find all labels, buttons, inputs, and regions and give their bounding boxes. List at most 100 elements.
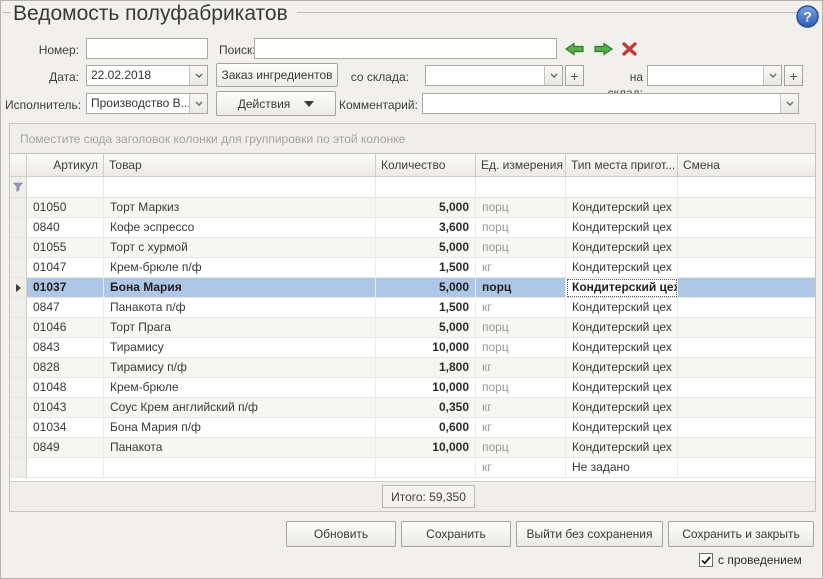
refresh-button[interactable]: Обновить: [286, 521, 396, 547]
cell-product[interactable]: Панакота: [104, 438, 376, 458]
cell-product[interactable]: Крем-брюле п/ф: [104, 258, 376, 278]
cell-product[interactable]: Кофе эспрессо: [104, 218, 376, 238]
cell-article[interactable]: 01050: [27, 198, 104, 218]
cell-shift[interactable]: [678, 418, 815, 438]
cell-place[interactable]: Кондитерский цех: [566, 258, 678, 278]
executor-combobox[interactable]: Производство В...: [86, 93, 208, 114]
order-ingredients-button[interactable]: Заказ ингредиентов: [216, 63, 338, 87]
from-store-combobox[interactable]: [425, 65, 563, 86]
cell-quantity[interactable]: 0,350: [376, 398, 476, 418]
column-header-shift[interactable]: Смена: [678, 154, 815, 177]
cell-place[interactable]: Кондитерский цех: [566, 318, 678, 338]
cell-quantity[interactable]: 1,500: [376, 258, 476, 278]
cell-quantity[interactable]: 0,600: [376, 418, 476, 438]
from-store-add-button[interactable]: +: [565, 65, 584, 86]
cell-shift[interactable]: [678, 458, 815, 478]
cell-quantity[interactable]: 5,000: [376, 318, 476, 338]
cell-place[interactable]: Кондитерский цех: [566, 418, 678, 438]
help-button[interactable]: ?: [795, 4, 820, 29]
table-row[interactable]: 01043 Соус Крем английский п/ф 0,350 кг …: [10, 398, 815, 418]
table-row[interactable]: 0847 Панакота п/ф 1,500 кг Кондитерский …: [10, 298, 815, 318]
filter-shift[interactable]: [678, 177, 815, 198]
comment-combobox[interactable]: [422, 93, 799, 114]
cell-product[interactable]: Тирамису: [104, 338, 376, 358]
posting-checkbox[interactable]: [699, 553, 713, 567]
cell-product[interactable]: Торт Маркиз: [104, 198, 376, 218]
cell-place[interactable]: Кондитерский цех: [566, 338, 678, 358]
cell-unit[interactable]: порц: [476, 238, 566, 258]
cell-unit[interactable]: кг: [476, 298, 566, 318]
table-row[interactable]: 01048 Крем-брюле 10,000 порц Кондитерски…: [10, 378, 815, 398]
table-row[interactable]: кг Не задано: [10, 458, 815, 478]
cell-product[interactable]: Тирамису п/ф: [104, 358, 376, 378]
table-row[interactable]: 01047 Крем-брюле п/ф 1,500 кг Кондитерск…: [10, 258, 815, 278]
column-header-place[interactable]: Тип места пригот...: [566, 154, 678, 177]
cell-unit[interactable]: порц: [476, 318, 566, 338]
cell-shift[interactable]: [678, 278, 815, 298]
filter-article[interactable]: [27, 177, 104, 198]
date-combobox[interactable]: 22.02.2018: [86, 65, 208, 86]
cell-shift[interactable]: [678, 338, 815, 358]
save-button[interactable]: Сохранить: [401, 521, 511, 547]
cell-place[interactable]: Кондитерский цех: [566, 398, 678, 418]
cell-shift[interactable]: [678, 358, 815, 378]
cell-quantity[interactable]: 1,500: [376, 298, 476, 318]
cell-shift[interactable]: [678, 258, 815, 278]
filter-product[interactable]: [104, 177, 376, 198]
cell-article[interactable]: 0840: [27, 218, 104, 238]
prev-document-button[interactable]: [564, 41, 586, 57]
column-header-article[interactable]: Артикул: [27, 154, 104, 177]
cell-place[interactable]: Кондитерский цех: [566, 438, 678, 458]
cell-shift[interactable]: [678, 198, 815, 218]
cell-place[interactable]: Кондитерский цех: [566, 238, 678, 258]
cell-place[interactable]: Кондитерский цех: [566, 198, 678, 218]
cell-product[interactable]: Торт Прага: [104, 318, 376, 338]
cell-shift[interactable]: [678, 218, 815, 238]
delete-button[interactable]: [621, 41, 638, 57]
cell-product[interactable]: [104, 458, 376, 478]
cell-article[interactable]: 0828: [27, 358, 104, 378]
cell-place[interactable]: Не задано: [566, 458, 678, 478]
cell-quantity[interactable]: 5,000: [376, 198, 476, 218]
cell-unit[interactable]: кг: [476, 258, 566, 278]
cell-quantity[interactable]: 10,000: [376, 438, 476, 458]
cell-shift[interactable]: [678, 298, 815, 318]
table-row[interactable]: 01046 Торт Прага 5,000 порц Кондитерский…: [10, 318, 815, 338]
cell-quantity[interactable]: 1,800: [376, 358, 476, 378]
date-dropdown-button[interactable]: [189, 66, 207, 85]
cell-quantity[interactable]: [376, 458, 476, 478]
exit-without-saving-button[interactable]: Выйти без сохранения: [516, 521, 663, 547]
cell-shift[interactable]: [678, 438, 815, 458]
cell-article[interactable]: 01046: [27, 318, 104, 338]
executor-dropdown-button[interactable]: [189, 94, 207, 113]
cell-unit[interactable]: порц: [476, 338, 566, 358]
comment-dropdown-button[interactable]: [780, 94, 798, 113]
table-row[interactable]: 01034 Бона Мария п/ф 0,600 кг Кондитерск…: [10, 418, 815, 438]
cell-article[interactable]: 01055: [27, 238, 104, 258]
next-document-button[interactable]: [592, 41, 614, 57]
filter-quantity[interactable]: [376, 177, 476, 198]
cell-place[interactable]: Кондитерский цех: [566, 358, 678, 378]
cell-unit[interactable]: порц: [476, 378, 566, 398]
cell-unit[interactable]: порц: [476, 438, 566, 458]
cell-article[interactable]: 01043: [27, 398, 104, 418]
cell-product[interactable]: Торт с хурмой: [104, 238, 376, 258]
table-row[interactable]: 0849 Панакота 10,000 порц Кондитерский ц…: [10, 438, 815, 458]
search-input[interactable]: [254, 38, 557, 59]
cell-place[interactable]: Кондитерский цех: [566, 218, 678, 238]
table-row[interactable]: 01055 Торт с хурмой 5,000 порц Кондитерс…: [10, 238, 815, 258]
column-header-quantity[interactable]: Количество: [376, 154, 476, 177]
actions-button[interactable]: Действия: [216, 91, 336, 116]
table-row[interactable]: 0843 Тирамису 10,000 порц Кондитерский ц…: [10, 338, 815, 358]
cell-unit[interactable]: кг: [476, 398, 566, 418]
cell-shift[interactable]: [678, 378, 815, 398]
to-store-combobox[interactable]: [647, 65, 782, 86]
cell-product[interactable]: Панакота п/ф: [104, 298, 376, 318]
number-input[interactable]: [86, 38, 208, 59]
table-row[interactable]: 01037 Бона Мария 5,000 порц Кондитерский…: [10, 278, 815, 298]
cell-article[interactable]: 01037: [27, 278, 104, 298]
cell-product[interactable]: Бона Мария: [104, 278, 376, 298]
cell-shift[interactable]: [678, 318, 815, 338]
cell-article[interactable]: 0847: [27, 298, 104, 318]
filter-place[interactable]: [566, 177, 678, 198]
